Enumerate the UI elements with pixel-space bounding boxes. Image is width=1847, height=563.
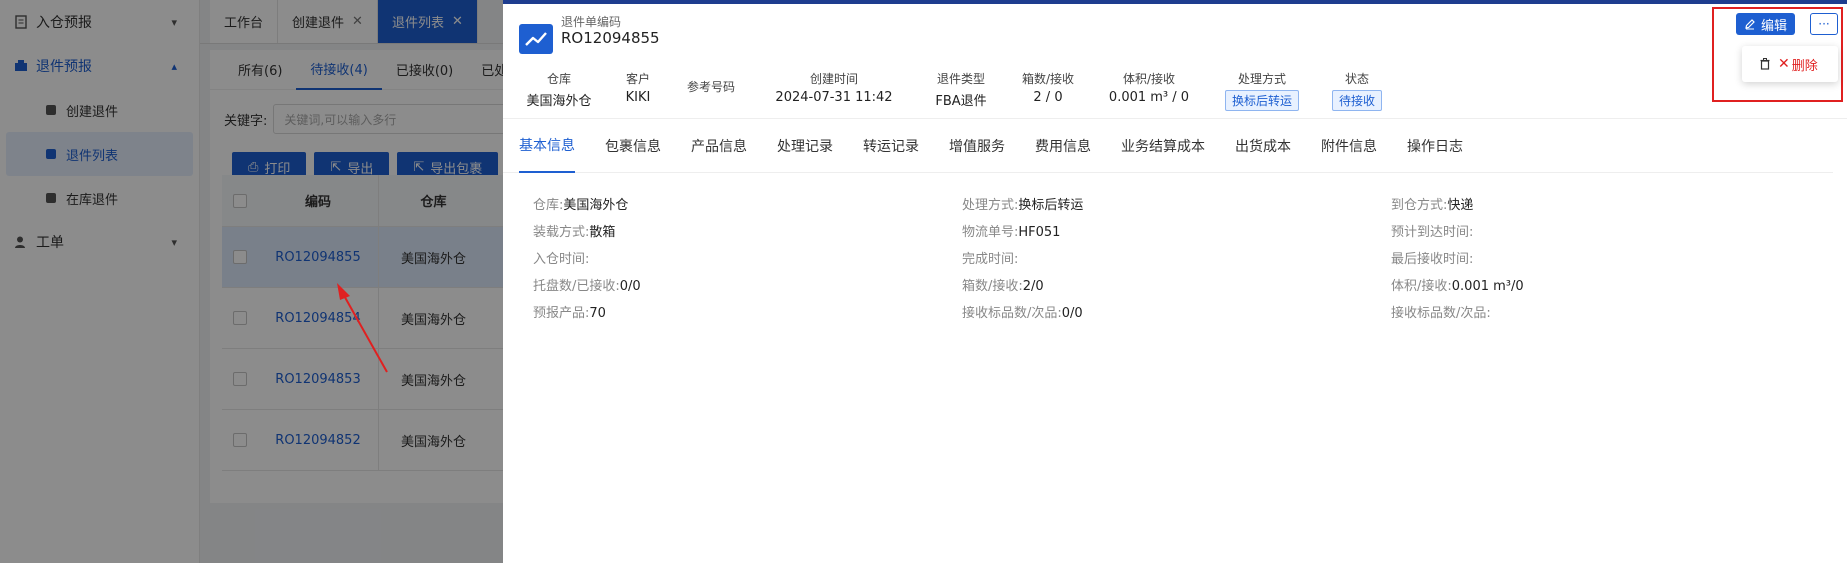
tab-transfer-record[interactable]: 转运记录 xyxy=(863,119,919,173)
summary-key: 箱数/接收 xyxy=(1021,72,1075,86)
more-button[interactable]: ··· xyxy=(1810,13,1838,35)
header-actions: 编辑 ··· ✕ 删除 xyxy=(1712,4,1847,102)
tab-basic-info[interactable]: 基本信息 xyxy=(519,119,575,173)
order-code-label: 退件单编码 xyxy=(561,15,622,29)
info-value: 0/0 xyxy=(1061,306,1083,321)
info-received-standard-defect-2: 接收标品数/次品: xyxy=(1391,302,1820,321)
summary-key: 状态 xyxy=(1344,72,1369,86)
info-arrival-method: 到仓方式:快递 xyxy=(1391,194,1820,213)
summary-value: 0.001 m³ / 0 xyxy=(1108,90,1190,105)
summary-created-time: 创建时间 2024-07-31 11:42 xyxy=(753,70,915,111)
info-last-receive-time: 最后接收时间: xyxy=(1391,248,1820,267)
info-label: 体积/接收: xyxy=(1391,279,1452,294)
summary-key: 仓库 xyxy=(546,72,571,86)
basic-info-grid: 仓库:美国海外仓 处理方式:换标后转运 到仓方式:快递 装载方式:散箱 物流单号… xyxy=(533,194,1833,321)
summary-value: 美国海外仓 xyxy=(526,94,592,109)
info-pallet-count: 托盘数/已接收:0/0 xyxy=(533,275,962,294)
summary-key: 体积/接收 xyxy=(1122,72,1176,86)
summary-box-count: 箱数/接收 2 / 0 xyxy=(1007,70,1089,111)
tab-shipping-cost[interactable]: 出货成本 xyxy=(1235,119,1291,173)
info-inbound-time: 入仓时间: xyxy=(533,248,962,267)
tab-process-record[interactable]: 处理记录 xyxy=(777,119,833,173)
info-value: 70 xyxy=(589,306,606,321)
info-label: 处理方式: xyxy=(962,198,1019,213)
more-dropdown-menu: ✕ 删除 xyxy=(1742,46,1838,82)
info-process-method: 处理方式:换标后转运 xyxy=(962,194,1391,213)
tab-product-info[interactable]: 产品信息 xyxy=(691,119,747,173)
info-value: 快递 xyxy=(1447,198,1474,213)
info-label: 仓库: xyxy=(533,198,564,213)
summary-value: KIKI xyxy=(625,90,651,105)
info-received-standard-defect: 接收标品数/次品:0/0 xyxy=(962,302,1391,321)
tab-operation-log[interactable]: 操作日志 xyxy=(1407,119,1463,173)
info-forecast-products: 预报产品:70 xyxy=(533,302,962,321)
info-label: 物流单号: xyxy=(962,225,1019,240)
info-value: 美国海外仓 xyxy=(563,198,629,213)
summary-key: 处理方式 xyxy=(1237,72,1286,86)
info-label: 到仓方式: xyxy=(1391,198,1448,213)
info-label: 箱数/接收: xyxy=(962,279,1023,294)
info-complete-time: 完成时间: xyxy=(962,248,1391,267)
summary-process-method: 处理方式 换标后转运 xyxy=(1209,70,1315,111)
info-box-count: 箱数/接收:2/0 xyxy=(962,275,1391,294)
trash-icon xyxy=(1760,58,1770,70)
info-label: 托盘数/已接收: xyxy=(533,279,620,294)
summary-reference: 参考号码 xyxy=(669,70,753,111)
info-label: 入仓时间: xyxy=(533,252,590,267)
info-value: 散箱 xyxy=(589,225,616,240)
summary-key: 创建时间 xyxy=(809,72,858,86)
info-value: 2/0 xyxy=(1022,279,1044,294)
info-volume: 体积/接收:0.001 m³/0 xyxy=(1391,275,1820,294)
summary-key: 退件类型 xyxy=(936,72,985,86)
summary-customer: 客户 KIKI xyxy=(607,70,669,111)
info-label: 预计到达时间: xyxy=(1391,225,1474,240)
info-value: 0.001 m³/0 xyxy=(1451,279,1524,294)
delete-menu-item[interactable]: 删除 xyxy=(1792,55,1818,74)
summary-return-type: 退件类型 FBA退件 xyxy=(915,70,1007,111)
summary-value: 2024-07-31 11:42 xyxy=(775,90,893,105)
info-label: 接收标品数/次品: xyxy=(962,306,1062,321)
info-warehouse: 仓库:美国海外仓 xyxy=(533,194,962,213)
info-label: 最后接收时间: xyxy=(1391,252,1474,267)
info-tracking-number: 物流单号:HF051 xyxy=(962,221,1391,240)
tab-fee-info[interactable]: 费用信息 xyxy=(1035,119,1091,173)
info-label: 预报产品: xyxy=(533,306,590,321)
info-value: 换标后转运 xyxy=(1018,198,1084,213)
tab-package-info[interactable]: 包裹信息 xyxy=(605,119,661,173)
summary-key: 客户 xyxy=(625,72,650,86)
summary-value: FBA退件 xyxy=(935,94,987,109)
drawer-header: 退件单编码 RO12094855 仓库 美国海外仓 客户 KIKI 参考号码 创… xyxy=(503,4,1847,119)
info-loading-method: 装载方式:散箱 xyxy=(533,221,962,240)
tab-settlement-cost[interactable]: 业务结算成本 xyxy=(1121,119,1205,173)
close-icon: ✕ xyxy=(1778,56,1790,72)
info-value: 0/0 xyxy=(619,279,641,294)
process-method-tag: 换标后转运 xyxy=(1224,90,1299,111)
summary-value: 2 / 0 xyxy=(1033,90,1063,105)
summary-key: 参考号码 xyxy=(686,80,735,94)
detail-tabs: 基本信息 包裹信息 产品信息 处理记录 转运记录 增值服务 费用信息 业务结算成… xyxy=(503,119,1833,173)
return-detail-drawer: 退件单编码 RO12094855 仓库 美国海外仓 客户 KIKI 参考号码 创… xyxy=(503,0,1847,563)
info-eta: 预计到达时间: xyxy=(1391,221,1820,240)
order-code-value: RO12094855 xyxy=(561,29,660,47)
info-value: HF051 xyxy=(1018,225,1061,240)
pencil-icon xyxy=(1745,19,1755,30)
status-badge: 待接收 xyxy=(1331,90,1382,111)
tab-value-added-service[interactable]: 增值服务 xyxy=(949,119,1005,173)
summary-warehouse: 仓库 美国海外仓 xyxy=(511,70,607,111)
info-label: 接收标品数/次品: xyxy=(1391,306,1491,321)
trend-chart-icon xyxy=(519,24,553,54)
edit-button-label: 编辑 xyxy=(1761,18,1788,34)
edit-button[interactable]: 编辑 xyxy=(1736,13,1796,35)
info-label: 完成时间: xyxy=(962,252,1019,267)
summary-status: 状态 待接收 xyxy=(1315,70,1399,111)
summary-bar: 仓库 美国海外仓 客户 KIKI 参考号码 创建时间 2024-07-31 11… xyxy=(511,70,1399,111)
info-label: 装载方式: xyxy=(533,225,590,240)
summary-volume: 体积/接收 0.001 m³ / 0 xyxy=(1089,70,1209,111)
tab-attachment-info[interactable]: 附件信息 xyxy=(1321,119,1377,173)
